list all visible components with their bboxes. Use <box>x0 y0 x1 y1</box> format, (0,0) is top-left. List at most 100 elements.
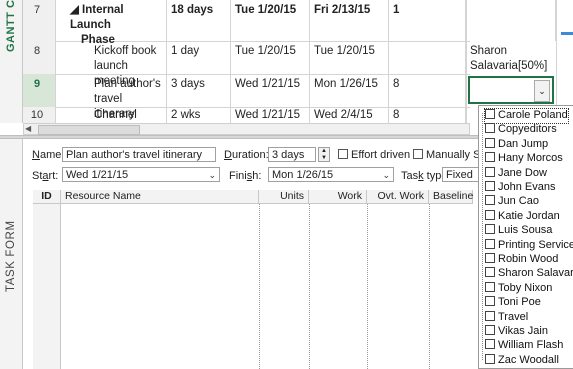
resource-option-checkbox[interactable] <box>485 296 495 307</box>
row-id-cell[interactable]: 8 <box>23 41 56 74</box>
table-row[interactable]: 7 ◢ Internal Launch Phase 18 days Tue 1/… <box>23 0 556 46</box>
finish-cell[interactable]: Fri 2/13/15 <box>310 0 389 41</box>
row-id-cell[interactable]: 7 <box>23 0 56 41</box>
task-name-cell[interactable]: Plan author's travel itinerary <box>56 74 167 120</box>
resource-id-column-bg <box>33 204 61 369</box>
resource-option[interactable]: Sharon Salavaria <box>485 267 573 281</box>
resource-option[interactable]: Robin Wood <box>485 253 558 267</box>
col-id-header[interactable]: ID <box>33 190 61 204</box>
resource-option[interactable]: Toby Nixon <box>485 281 552 296</box>
task-name-line-1: Kickoff book <box>94 45 157 57</box>
col-ovt-work-header[interactable]: Ovt. Work <box>367 190 429 204</box>
task-name-cell[interactable]: Kickoff book launch meeting <box>56 41 167 87</box>
resource-option-checkbox[interactable] <box>485 109 495 119</box>
row-id-cell[interactable]: 9 <box>23 74 56 107</box>
resource-option-checkbox[interactable] <box>485 325 495 335</box>
predecessors-cell[interactable]: 1 <box>389 0 466 41</box>
predecessors-cell[interactable]: 8 <box>389 74 466 107</box>
column-divider <box>367 204 368 369</box>
col-work-header[interactable]: Work <box>309 190 367 204</box>
resource-option-checkbox[interactable] <box>485 195 495 206</box>
resource-option[interactable]: Toni Poe <box>485 296 541 310</box>
task-type-field[interactable]: Fixed <box>442 167 482 182</box>
finish-label: Finish: <box>229 170 262 182</box>
table-row[interactable]: 8 Kickoff book launch meeting 1 day Tue … <box>23 41 470 87</box>
chevron-down-icon[interactable]: ⌄ <box>382 169 390 181</box>
duration-label: Duration: <box>224 149 269 161</box>
resource-option-checkbox[interactable] <box>485 181 495 191</box>
resource-option[interactable]: Luis Sousa <box>485 224 552 238</box>
resource-option-checkbox[interactable] <box>485 353 495 364</box>
duration-spinner[interactable]: ▲ ▼ <box>318 147 330 162</box>
resource-option-checkbox[interactable] <box>485 224 495 235</box>
predecessors-cell[interactable]: 8 <box>389 107 466 123</box>
table-row[interactable]: 10 Channel Sales 2 wks Wed 1/21/15 Wed 2… <box>23 107 470 136</box>
effort-driven-checkbox[interactable] <box>338 149 348 159</box>
start-cell[interactable]: Tue 1/20/15 <box>231 0 310 41</box>
resource-option[interactable]: John Evans <box>485 181 555 195</box>
scroll-left-icon[interactable]: ◀ <box>25 124 31 134</box>
resource-option-label: Printing Service <box>498 238 573 251</box>
resource-option[interactable]: Jun Cao <box>485 195 539 209</box>
horizontal-scrollbar[interactable]: ◀ <box>23 123 470 135</box>
col-resource-name-header[interactable]: Resource Name <box>61 190 259 204</box>
resource-line-2: Salavaria[50%] <box>470 60 548 72</box>
finish-cell[interactable]: Wed 2/4/15 <box>310 107 389 123</box>
chevron-down-icon[interactable]: ⌄ <box>208 169 216 181</box>
resource-option[interactable]: Vikas Jain <box>485 325 548 339</box>
start-cell[interactable]: Wed 1/21/15 <box>231 107 310 123</box>
assigned-resource-text[interactable]: Sharon Salavaria[50%] <box>470 44 556 74</box>
resource-option-checkbox[interactable] <box>485 281 495 292</box>
task-name-field[interactable]: Plan author's travel itinerary <box>62 147 216 162</box>
resource-option-checkbox[interactable] <box>485 137 495 148</box>
resource-dropdown-list[interactable]: Carole Poland Copyeditors Dan Jump Hany Mor… <box>478 105 573 369</box>
manually-scheduled-checkbox[interactable] <box>413 149 423 159</box>
resource-option[interactable]: Dan Jump <box>485 137 548 152</box>
finish-cell[interactable]: Mon 1/26/15 <box>310 74 389 107</box>
task-name-cell[interactable]: Channel Sales <box>56 107 167 136</box>
resource-option-label: Vikas Jain <box>498 325 548 337</box>
duration-cell[interactable]: 1 day <box>167 41 231 74</box>
duration-field[interactable]: 3 days <box>268 147 316 162</box>
resource-option-checkbox[interactable] <box>485 267 495 278</box>
col-baseline-header[interactable]: Baseline <box>429 190 473 204</box>
finish-date-value: Mon 1/26/15 <box>272 169 334 181</box>
finish-date-field[interactable]: Mon 1/26/15 ⌄ <box>268 167 394 182</box>
resource-option[interactable]: Copyeditors <box>485 123 557 137</box>
resource-option-label: John Evans <box>498 181 556 193</box>
col-units-header[interactable]: Units <box>259 190 309 204</box>
start-cell[interactable]: Tue 1/20/15 <box>231 41 310 74</box>
resource-option-checkbox[interactable] <box>485 310 495 321</box>
resource-option[interactable]: Printing Service <box>485 238 573 253</box>
scrollbar-thumb[interactable] <box>38 125 140 135</box>
resource-option[interactable]: Zac Woodall <box>485 353 559 368</box>
resource-option[interactable]: Katie Jordan <box>485 209 560 224</box>
resource-option[interactable]: Hany Morcos <box>485 152 563 166</box>
resource-option-checkbox[interactable] <box>485 253 495 263</box>
resource-option[interactable]: Jane Dow <box>485 166 547 181</box>
resource-option-checkbox[interactable] <box>485 339 495 350</box>
resource-option-checkbox[interactable] <box>485 209 495 220</box>
predecessors-cell[interactable] <box>389 41 466 74</box>
duration-cell[interactable]: 18 days <box>167 0 231 41</box>
resource-option-label: Katie Jordan <box>498 209 560 222</box>
duration-cell[interactable]: 2 wks <box>167 107 231 123</box>
table-row-selected[interactable]: 9 Plan author's travel itinerary 3 days … <box>23 74 470 120</box>
resource-option-checkbox[interactable] <box>485 152 495 163</box>
dropdown-arrow-button[interactable]: ⌄ <box>534 80 550 102</box>
resource-option[interactable]: Travel <box>485 310 528 325</box>
start-date-field[interactable]: Wed 1/21/15 ⌄ <box>62 167 220 182</box>
task-name-cell[interactable]: ◢ Internal Launch Phase <box>56 0 167 46</box>
duration-cell[interactable]: 3 days <box>167 74 231 107</box>
start-cell[interactable]: Wed 1/21/15 <box>231 74 310 107</box>
resource-option-checkbox[interactable] <box>485 123 495 134</box>
resource-option[interactable]: William Flash <box>485 339 563 353</box>
gantt-bar[interactable] <box>561 32 573 35</box>
resource-option-checkbox[interactable] <box>485 166 495 177</box>
finish-cell[interactable]: Tue 1/20/15 <box>310 41 389 74</box>
resource-names-editor[interactable]: ⌄ <box>468 76 554 104</box>
row-id-cell[interactable]: 10 <box>23 107 56 123</box>
resource-option[interactable]: Carole Poland <box>484 108 569 124</box>
resource-option-checkbox[interactable] <box>485 238 495 249</box>
resource-option-label: William Flash <box>498 339 564 352</box>
